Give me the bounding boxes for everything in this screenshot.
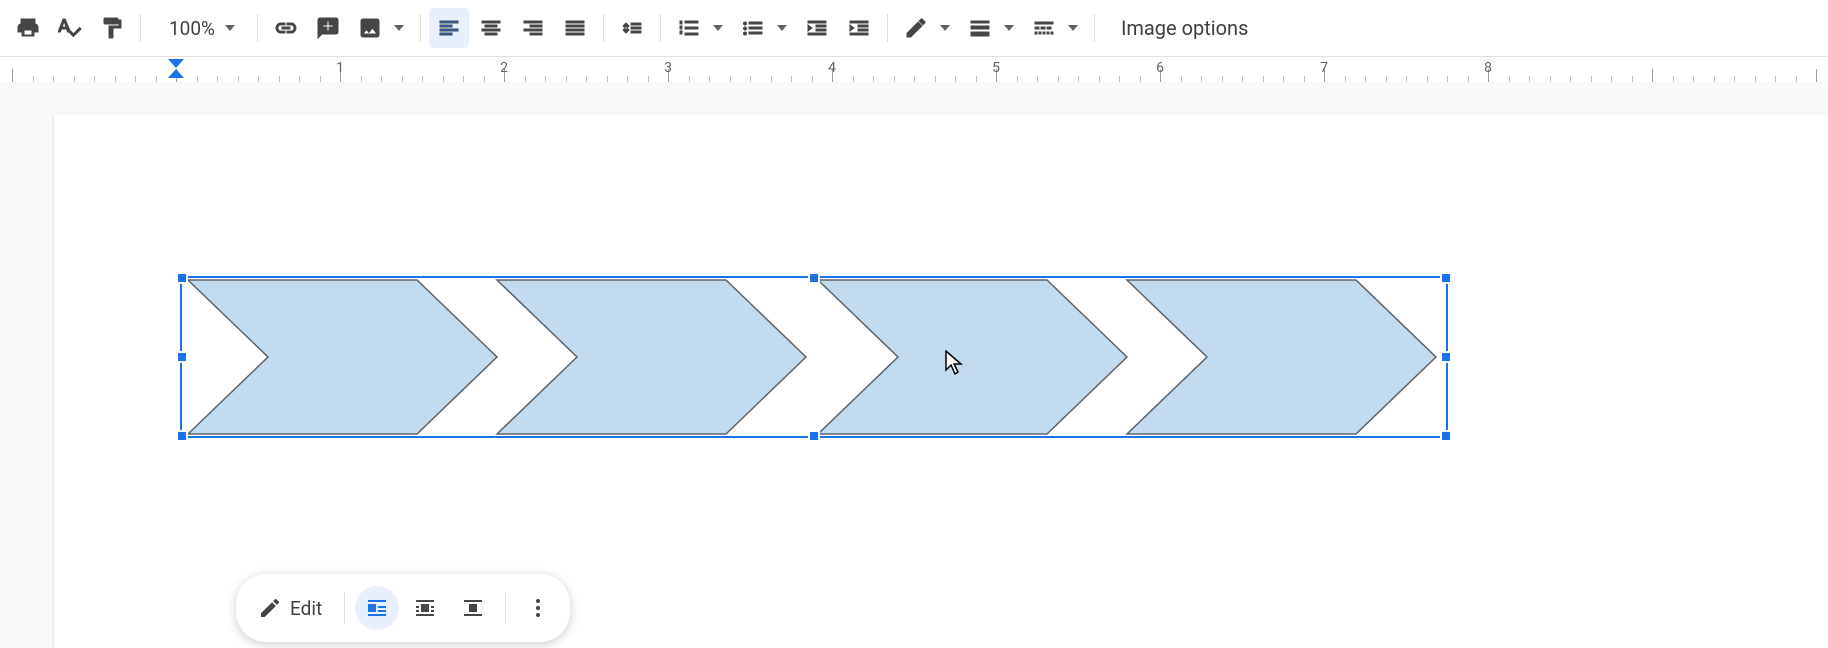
border-color-button[interactable] xyxy=(896,8,958,48)
image-options-label: Image options xyxy=(1121,16,1248,40)
align-justify-button[interactable] xyxy=(555,8,595,48)
align-justify-icon xyxy=(563,16,587,40)
paint-format-button[interactable] xyxy=(92,8,132,48)
decrease-indent-icon xyxy=(805,16,829,40)
align-center-button[interactable] xyxy=(471,8,511,48)
line-spacing-button[interactable] xyxy=(612,8,652,48)
chevron-down-icon xyxy=(225,25,235,31)
numbered-list-inner xyxy=(669,8,709,48)
horizontal-ruler[interactable]: 12345678 xyxy=(0,57,1828,84)
numbered-list-button[interactable] xyxy=(669,8,731,48)
resize-handle-bottom-right[interactable] xyxy=(1440,430,1452,442)
selection-box[interactable] xyxy=(180,276,1448,438)
align-center-icon xyxy=(479,16,503,40)
image-icon xyxy=(358,16,382,40)
align-left-button[interactable] xyxy=(429,8,469,48)
border-weight-inner xyxy=(960,8,1000,48)
first-line-indent-marker[interactable] xyxy=(168,59,184,68)
pencil-icon xyxy=(258,596,282,620)
add-comment-icon xyxy=(316,16,340,40)
border-color-inner xyxy=(896,8,936,48)
decrease-indent-button[interactable] xyxy=(797,8,837,48)
resize-handle-middle-right[interactable] xyxy=(1440,351,1452,363)
bulleted-list-button[interactable] xyxy=(733,8,795,48)
zoom-select[interactable]: 100% xyxy=(149,8,249,48)
numbered-list-icon xyxy=(677,16,701,40)
resize-handle-bottom-left[interactable] xyxy=(176,430,188,442)
pencil-icon xyxy=(904,16,928,40)
image-context-toolbar: Edit xyxy=(236,574,570,642)
add-comment-button[interactable] xyxy=(308,8,348,48)
separator xyxy=(887,14,888,42)
wrap-break-icon xyxy=(461,596,485,620)
more-options-button[interactable] xyxy=(516,586,560,630)
print-button[interactable] xyxy=(8,8,48,48)
border-dash-inner xyxy=(1024,8,1064,48)
chevron-down-icon xyxy=(777,25,787,31)
print-icon xyxy=(16,16,40,40)
separator xyxy=(603,14,604,42)
increase-indent-button[interactable] xyxy=(839,8,879,48)
separator xyxy=(257,14,258,42)
separator xyxy=(344,592,345,624)
resize-handle-bottom-middle[interactable] xyxy=(808,430,820,442)
separator xyxy=(1094,14,1095,42)
edit-drawing-label: Edit xyxy=(290,597,322,620)
wrap-break-button[interactable] xyxy=(451,586,495,630)
document-page[interactable]: Edit xyxy=(54,114,1828,648)
increase-indent-icon xyxy=(847,16,871,40)
chevron-down-icon xyxy=(713,25,723,31)
spellcheck-button[interactable] xyxy=(50,8,90,48)
wrap-text-icon xyxy=(413,596,437,620)
resize-handle-top-left[interactable] xyxy=(176,272,188,284)
left-indent-marker[interactable] xyxy=(168,69,184,78)
separator xyxy=(660,14,661,42)
separator xyxy=(505,592,506,624)
border-dash-button[interactable] xyxy=(1024,8,1086,48)
paint-roller-icon xyxy=(100,16,124,40)
separator xyxy=(420,14,421,42)
wrap-inline-button[interactable] xyxy=(355,586,399,630)
ruler-ticks: 12345678 xyxy=(0,57,1828,83)
insert-image-inner xyxy=(350,8,390,48)
resize-handle-top-middle[interactable] xyxy=(808,272,820,284)
border-weight-button[interactable] xyxy=(960,8,1022,48)
edit-drawing-button[interactable]: Edit xyxy=(246,586,334,630)
bulleted-list-inner xyxy=(733,8,773,48)
border-dash-icon xyxy=(1032,16,1056,40)
spellcheck-icon xyxy=(58,16,82,40)
resize-handle-top-right[interactable] xyxy=(1440,272,1452,284)
line-spacing-icon xyxy=(620,16,644,40)
border-weight-icon xyxy=(968,16,992,40)
bulleted-list-icon xyxy=(741,16,765,40)
resize-handle-middle-left[interactable] xyxy=(176,351,188,363)
chevron-down-icon xyxy=(940,25,950,31)
align-right-icon xyxy=(521,16,545,40)
insert-image-button[interactable] xyxy=(350,8,412,48)
document-area: Edit xyxy=(0,82,1828,648)
align-left-icon xyxy=(437,16,461,40)
image-options-button[interactable]: Image options xyxy=(1103,16,1266,40)
insert-link-button[interactable] xyxy=(266,8,306,48)
more-vertical-icon xyxy=(526,596,550,620)
chevron-down-icon xyxy=(1004,25,1014,31)
link-icon xyxy=(274,16,298,40)
align-right-button[interactable] xyxy=(513,8,553,48)
wrap-inline-icon xyxy=(365,596,389,620)
chevron-down-icon xyxy=(1068,25,1078,31)
main-toolbar: 100% xyxy=(0,0,1828,57)
chevron-down-icon xyxy=(394,25,404,31)
wrap-text-button[interactable] xyxy=(403,586,447,630)
zoom-value: 100% xyxy=(169,17,215,40)
separator xyxy=(140,14,141,42)
